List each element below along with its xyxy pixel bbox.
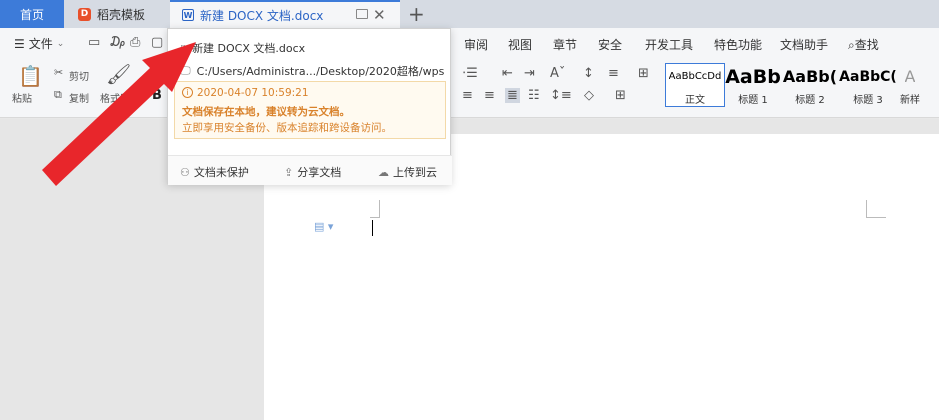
popup-path-row[interactable]: 🖵 C:/Users/Administra.../Desktop/2020超格/… [180,63,444,79]
display-icon[interactable] [356,9,368,19]
upload-label: 上传到云 [393,166,437,179]
bullets-icon[interactable]: ⋅☰ [462,66,478,81]
margin-corner-top-left [370,200,380,218]
search-icon: ⌕ [848,38,855,52]
tab-templates[interactable]: D 稻壳模板 [64,0,168,28]
menu-developer[interactable]: 开发工具 [645,36,693,53]
style-name: 新样 [900,95,920,106]
cloud-warning-box: i 2020-04-07 10:59:21 文档保存在本地，建议转为云文档。 立… [174,81,446,139]
share-icon: ⇪ [284,165,294,179]
unprotected-label: 文档未保护 [193,166,249,179]
margin-corner-top-right [866,200,886,218]
menu-special[interactable]: 特色功能 [714,36,762,53]
popup-filename: 新建 DOCX 文档.docx [192,42,306,55]
close-tab-icon[interactable]: ✕ [373,6,386,24]
computer-icon: 🖵 [180,64,191,77]
table-icon[interactable]: ⊞ [638,66,649,81]
menu-section[interactable]: 章节 [553,36,577,53]
search-button[interactable]: ⌕查找 [848,36,879,53]
paragraph-options-icon[interactable]: ▤ ▾ [314,220,333,233]
style-sample: AaBbC( [839,68,897,85]
menu-view[interactable]: 视图 [508,36,532,53]
copy-label[interactable]: 复制 [69,90,89,105]
menu-row: ☰ 文件 ⌄ ▭ ₯ ⎙ ▢ 审阅 视图 章节 安全 开发工具 特色功能 文档助… [0,28,939,58]
distributed-icon[interactable]: ☷ [528,88,540,103]
menu-assistant[interactable]: 文档助手 [780,36,828,53]
document-icon: ▯ [180,41,187,55]
line-spacing-icon[interactable]: ≡ [608,66,619,81]
export-pdf-icon[interactable]: ₯ [109,35,126,50]
style-sample: AaBb [725,66,781,87]
style-sample: AaBbCcDd [668,71,722,82]
popup-path: C:/Users/Administra.../Desktop/2020超格/wp… [196,65,445,78]
save-icon[interactable]: ▭ [88,35,100,50]
shading-icon[interactable]: ◇ [584,88,594,103]
cloud-upload-icon: ☁ [378,165,389,179]
bold-icon[interactable]: B [152,88,162,103]
text-cursor [372,220,373,236]
ribbon: ☰ 文件 ⌄ ▭ ₯ ⎙ ▢ 审阅 视图 章节 安全 开发工具 特色功能 文档助… [0,28,939,118]
print-icon[interactable]: ⎙ [130,35,140,50]
save-timestamp: 2020-04-07 10:59:21 [197,87,309,99]
format-painter-label[interactable]: 格式刷 [100,90,130,105]
style-normal[interactable]: AaBbCcDd 正文 [665,63,725,107]
unprotected-button[interactable]: ⚇ 文档未保护 [180,164,249,180]
file-menu[interactable]: ☰ 文件 ⌄ [14,35,64,52]
borders-icon[interactable]: ⊞ [615,88,626,103]
justify-icon[interactable]: ≣ [505,88,520,103]
paste-label[interactable]: 粘贴 [12,90,32,105]
info-icon: i [182,87,193,98]
cut-label[interactable]: 剪切 [69,68,89,83]
share-label: 分享文档 [297,166,342,179]
share-button[interactable]: ⇪ 分享文档 [284,164,341,180]
docer-logo-icon: D [78,7,91,21]
tab-bar: 首页 D 稻壳模板 W 新建 DOCX 文档.docx ✕ + [0,0,939,28]
popup-footer: ⚇ 文档未保护 ⇪ 分享文档 ☁ 上传到云 [168,155,452,185]
user-shield-icon: ⚇ [180,165,190,179]
align-center-icon[interactable]: ≡ [462,88,473,103]
document-workspace: ▤ ▾ [0,119,939,420]
word-doc-icon: W [182,9,194,21]
tab-templates-label: 稻壳模板 [97,7,146,22]
warning-title: 文档保存在本地，建议转为云文档。 [182,106,350,118]
tab-document-label: 新建 DOCX 文档.docx [200,8,324,23]
cut-icon[interactable]: ✂ [54,66,63,79]
tab-home[interactable]: 首页 [0,0,64,28]
hamburger-icon: ☰ [14,36,25,51]
increase-indent-icon[interactable]: ⇥ [524,66,535,81]
style-sample: AaBb( [782,67,838,86]
tab-home-label: 首页 [19,7,44,22]
align-right-icon[interactable]: ≡ [484,88,495,103]
file-menu-label: 文件 [28,37,53,51]
paste-icon[interactable]: 📋 [18,64,43,88]
style-name: 标题 1 [738,95,768,106]
menu-security[interactable]: 安全 [598,36,622,53]
text-direction-icon[interactable]: Aˇ [550,66,565,81]
popup-filename-row: ▯ 新建 DOCX 文档.docx [180,40,305,56]
search-label: 查找 [854,38,879,52]
format-painter-icon[interactable]: 🖌 [106,62,131,86]
menu-review[interactable]: 审阅 [464,36,488,53]
style-name: 正文 [685,95,705,106]
style-name: 标题 3 [853,95,883,106]
decrease-indent-icon[interactable]: ⇤ [502,66,513,81]
style-heading-3[interactable]: AaBbC( 标题 3 [839,63,897,107]
document-info-popup: ▯ 新建 DOCX 文档.docx 🖵 C:/Users/Administra.… [167,28,452,185]
upload-cloud-button[interactable]: ☁ 上传到云 [378,164,437,180]
style-sample: A [904,67,916,86]
style-new[interactable]: A 新样 [897,63,923,107]
sort-icon[interactable]: ↕ [583,66,594,81]
warning-link[interactable]: 立即享用安全备份、版本追踪和跨设备访问。 [182,120,392,135]
style-heading-2[interactable]: AaBb( 标题 2 [781,63,839,107]
paragraph-spacing-icon[interactable]: ↕≡ [550,88,572,103]
style-heading-1[interactable]: AaBb 标题 1 [725,63,781,107]
new-tab-button[interactable]: + [408,2,425,26]
chevron-down-icon: ⌄ [56,38,65,49]
style-name: 标题 2 [795,95,825,106]
copy-icon[interactable]: ⧉ [54,88,62,102]
style-gallery: AaBbCcDd 正文 AaBb 标题 1 AaBb( 标题 2 AaBbC( … [665,63,923,107]
print-preview-icon[interactable]: ▢ [151,35,163,50]
tab-document[interactable]: W 新建 DOCX 文档.docx ✕ [170,0,400,28]
